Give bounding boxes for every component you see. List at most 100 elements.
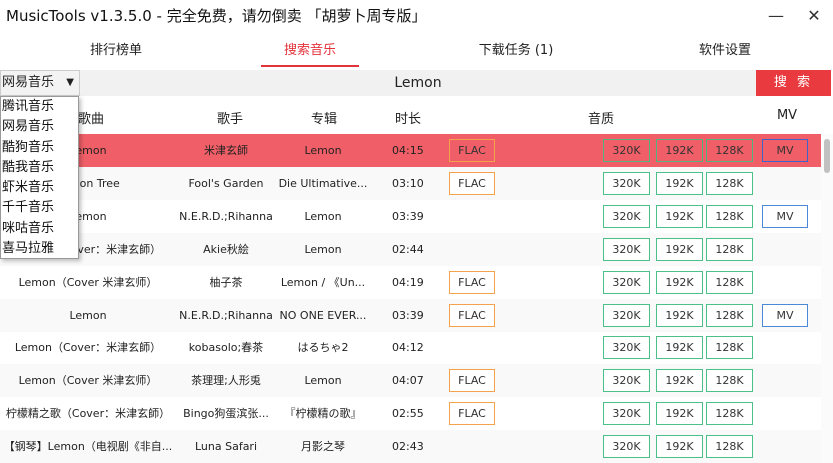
artist-name: kobasolo;春茶 — [188, 341, 264, 355]
download-192k-button[interactable]: 192K — [656, 171, 703, 195]
download-128k-button[interactable]: 128K — [706, 204, 753, 228]
minimize-icon[interactable]: — — [761, 4, 791, 28]
download-192k-button[interactable]: 192K — [656, 237, 703, 261]
source-option-kuwo[interactable]: 酷我音乐 — [1, 158, 78, 178]
song-title: 柠檬精之歌（Cover：米津玄師） — [5, 407, 171, 421]
tab-settings[interactable]: 软件设置 — [665, 36, 785, 68]
active-tab-indicator — [261, 65, 359, 67]
download-flac-button[interactable]: FLAC — [449, 303, 495, 327]
scrollbar-thumb[interactable] — [824, 139, 830, 173]
download-320k-button[interactable]: 320K — [603, 336, 650, 360]
download-320k-button[interactable]: 320K — [603, 139, 650, 162]
source-option-kugou[interactable]: 酷狗音乐 — [1, 138, 78, 158]
table-header: 歌曲 歌手 专辑 时长 音质 MV — [0, 100, 821, 132]
download-128k-button[interactable]: 128K — [706, 171, 753, 195]
table-row[interactable]: 柠檬精之歌（Cover：米津玄師） Bingo狗蛋滨张... 『柠檬精の歌』 02:5… — [0, 397, 821, 430]
album-name: Lemon — [304, 374, 342, 388]
download-128k-button[interactable]: 128K — [706, 139, 753, 162]
close-icon[interactable]: ✕ — [799, 4, 829, 28]
song-title: Lemon — [69, 308, 107, 322]
download-flac-button[interactable]: FLAC — [449, 171, 495, 195]
mv-button[interactable]: MV — [762, 139, 808, 162]
search-button[interactable]: 搜 索 — [756, 70, 831, 96]
album-name: Die Ultimative... — [278, 176, 368, 190]
download-128k-button[interactable]: 128K — [706, 237, 753, 261]
duration: 02:55 — [392, 407, 424, 421]
table-row[interactable]: Lemon N.E.R.D.;Rihanna Lemon 03:39 320K 192K 1… — [0, 200, 821, 233]
source-option-netease[interactable]: 网易音乐 — [1, 117, 78, 137]
table-row[interactable]: Lemon N.E.R.D.;Rihanna NO ONE EVER... 03:39… — [0, 298, 821, 332]
download-192k-button[interactable]: 192K — [656, 435, 703, 459]
column-artist: 歌手 — [216, 112, 244, 127]
song-title: Lemon（Cover：米津玄師） — [14, 341, 162, 355]
album-name: 月影之琴 — [301, 440, 345, 454]
table-row[interactable]: Lemon 米津玄師 Lemon 04:15 FLAC 320K 192K 128K MV — [0, 134, 821, 167]
download-128k-button[interactable]: 128K — [706, 270, 753, 294]
download-320k-button[interactable]: 320K — [603, 171, 650, 195]
album-name: Lemon — [304, 209, 342, 223]
source-dropdown-list: 腾讯音乐 网易音乐 酷狗音乐 酷我音乐 虾米音乐 千千音乐 咪咕音乐 喜马拉雅 — [0, 96, 79, 259]
download-320k-button[interactable]: 320K — [603, 270, 650, 294]
download-flac-button[interactable]: FLAC — [449, 369, 495, 393]
scrollbar-track[interactable] — [821, 134, 833, 463]
download-128k-button[interactable]: 128K — [706, 402, 753, 426]
column-song: 歌曲 — [77, 112, 105, 127]
artist-name: 柚子茶 — [209, 275, 243, 289]
table-row[interactable]: Lemon（Cover 米津玄师） 柚子茶 Lemon / 《Un... 04:19 F… — [0, 266, 821, 299]
tab-downloads[interactable]: 下载任务 (1) — [456, 36, 576, 68]
song-title: 【钢琴】Lemon（电视剧《非自... — [3, 440, 173, 454]
duration: 02:44 — [392, 242, 424, 256]
source-option-xiami[interactable]: 虾米音乐 — [1, 178, 78, 198]
window-title: MusicTools v1.3.5.0 - 完全免费，请勿倒卖 「胡萝卜周专版」 — [6, 7, 427, 25]
duration: 04:07 — [392, 374, 424, 388]
source-select[interactable]: 网易音乐 ▼ — [0, 70, 80, 96]
source-option-ximalaya[interactable]: 喜马拉雅 — [1, 239, 78, 259]
download-192k-button[interactable]: 192K — [656, 336, 703, 360]
column-quality: 音质 — [587, 112, 615, 127]
download-192k-button[interactable]: 192K — [656, 204, 703, 228]
table-row[interactable]: Lemon Tree Fool's Garden Die Ultimative...… — [0, 166, 821, 200]
duration: 03:39 — [392, 209, 424, 223]
download-128k-button[interactable]: 128K — [706, 435, 753, 459]
download-320k-button[interactable]: 320K — [603, 237, 650, 261]
source-option-qianqian[interactable]: 千千音乐 — [1, 198, 78, 218]
table-row[interactable]: Lemon（Cover：米津玄師） Akie秋絵 Lemon 02:44 320K 192… — [0, 232, 821, 266]
download-192k-button[interactable]: 192K — [656, 402, 703, 426]
album-name: Lemon — [304, 242, 342, 256]
column-duration: 时长 — [394, 112, 422, 127]
download-128k-button[interactable]: 128K — [706, 336, 753, 360]
tab-search[interactable]: 搜索音乐 — [250, 36, 370, 68]
download-192k-button[interactable]: 192K — [656, 369, 703, 393]
table-row[interactable]: Lemon（Cover 米津玄师） 茶理理;人形兎 Lemon 04:07 FLAC 32… — [0, 364, 821, 398]
duration: 03:10 — [392, 176, 424, 190]
download-320k-button[interactable]: 320K — [603, 402, 650, 426]
mv-button[interactable]: MV — [762, 204, 808, 228]
duration: 04:15 — [392, 144, 424, 157]
artist-name: 茶理理;人形兎 — [191, 374, 261, 388]
download-192k-button[interactable]: 192K — [656, 139, 703, 162]
download-192k-button[interactable]: 192K — [656, 270, 703, 294]
album-name: NO ONE EVER... — [279, 308, 367, 322]
download-320k-button[interactable]: 320K — [603, 369, 650, 393]
download-128k-button[interactable]: 128K — [706, 303, 753, 327]
table-row[interactable]: Lemon（Cover：米津玄師） kobasolo;春茶 はるちゃ2 04:12 32… — [0, 331, 821, 364]
download-320k-button[interactable]: 320K — [603, 204, 650, 228]
download-128k-button[interactable]: 128K — [706, 369, 753, 393]
download-192k-button[interactable]: 192K — [656, 303, 703, 327]
tab-charts[interactable]: 排行榜单 — [56, 36, 176, 68]
artist-name: N.E.R.D.;Rihanna — [179, 308, 273, 322]
download-320k-button[interactable]: 320K — [603, 435, 650, 459]
column-mv: MV — [776, 108, 798, 123]
search-input[interactable] — [80, 70, 756, 96]
download-flac-button[interactable]: FLAC — [449, 270, 495, 294]
download-flac-button[interactable]: FLAC — [449, 139, 495, 162]
column-album: 专辑 — [310, 112, 338, 127]
song-title: Lemon（Cover 米津玄师） — [18, 374, 158, 388]
source-option-qq[interactable]: 腾讯音乐 — [1, 97, 78, 117]
download-320k-button[interactable]: 320K — [603, 303, 650, 327]
album-name: Lemon / 《Un... — [280, 275, 366, 289]
table-row[interactable]: 【钢琴】Lemon（电视剧《非自... Luna Safari 月影之琴 02:43 3… — [0, 430, 821, 463]
download-flac-button[interactable]: FLAC — [449, 402, 495, 426]
source-option-migu[interactable]: 咪咕音乐 — [1, 219, 78, 239]
mv-button[interactable]: MV — [762, 303, 808, 327]
